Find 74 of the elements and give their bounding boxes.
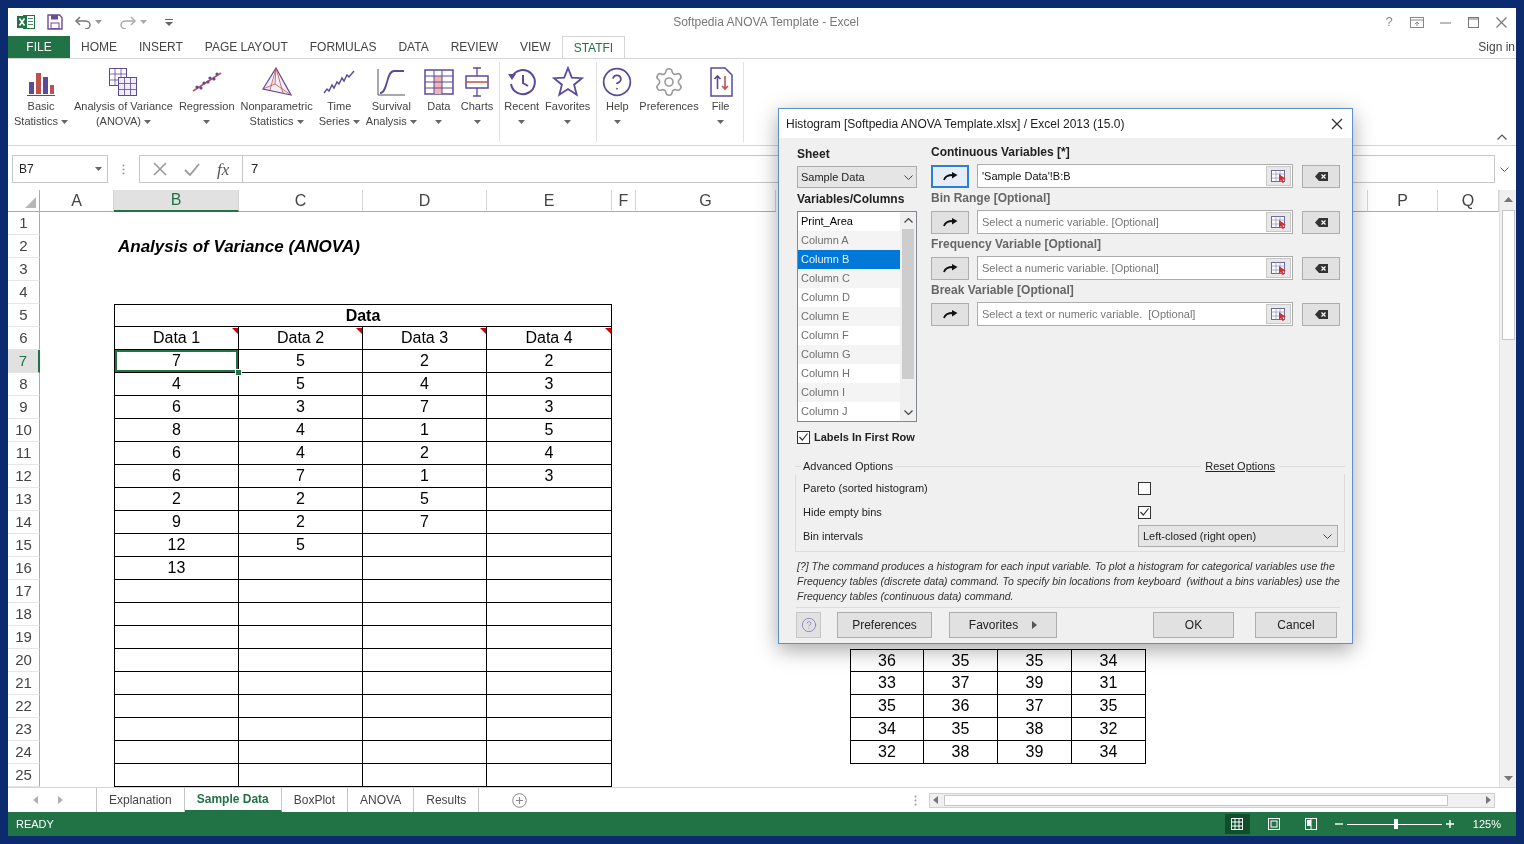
table-cell: 34 [1072, 649, 1146, 672]
table-cell: 4 [487, 442, 612, 465]
window-title: Softpedia ANOVA Template - Excel [673, 14, 859, 31]
table-cell: 4 [239, 419, 363, 442]
table-cell: 2 [114, 488, 239, 511]
option-label: Bin intervals [803, 528, 864, 544]
table-cell: 6 [114, 465, 239, 488]
status-text: READY [16, 816, 54, 832]
table-cell: 32 [1072, 718, 1146, 741]
table-cell: 39 [998, 672, 1072, 695]
table-cell: 5 [487, 419, 612, 442]
table-cell: 32 [850, 741, 924, 764]
table-cell: 35 [924, 649, 998, 672]
table-cell: 7 [114, 350, 239, 373]
table-cell: 7 [363, 511, 487, 534]
table-cell: 3 [487, 396, 612, 419]
table-cell: 1 [363, 465, 487, 488]
table-header: Data 4 [487, 327, 612, 350]
field-label: Continuous Variables [*] [931, 146, 1071, 158]
option-label: Pareto (sorted histogram) [803, 480, 929, 496]
table-title: Data [114, 304, 612, 327]
field-label: Frequency Variable [Optional] [931, 238, 1103, 250]
table-cell: 7 [363, 396, 487, 419]
sheet-title: Analysis of Variance (ANOVA) [118, 235, 360, 258]
table-cell: 5 [239, 534, 363, 557]
table-cell: 8 [114, 419, 239, 442]
table-cell: 2 [363, 442, 487, 465]
table-cell: 35 [924, 718, 998, 741]
table-cell: 4 [363, 373, 487, 396]
field-label: Break Variable [Optional] [931, 284, 1075, 296]
table-cell: 5 [239, 373, 363, 396]
table-cell: 37 [924, 672, 998, 695]
table-header: Data 1 [114, 327, 239, 350]
option-label: Hide empty bins [803, 504, 883, 520]
table-cell: 34 [850, 718, 924, 741]
table-cell: 36 [924, 695, 998, 718]
group-label: Advanced Options [802, 458, 894, 474]
table-cell: 2 [487, 350, 612, 373]
table-cell: 2 [239, 488, 363, 511]
table-cell: 5 [363, 488, 487, 511]
table-cell: 36 [850, 649, 924, 672]
table-cell: 3 [239, 396, 363, 419]
table-cell: 2 [239, 511, 363, 534]
table-cell: 3 [487, 373, 612, 396]
table-cell: 2 [363, 350, 487, 373]
zoom-level: 125% [1472, 816, 1501, 832]
table-cell: 35 [1072, 695, 1146, 718]
field-label: Bin Range [Optional] [931, 192, 1052, 204]
table-header: Data 2 [239, 327, 363, 350]
table-cell: 6 [114, 396, 239, 419]
table-cell: 33 [850, 672, 924, 695]
table-cell: 9 [114, 511, 239, 534]
table-cell: 7 [239, 465, 363, 488]
table-cell: 39 [998, 741, 1072, 764]
table-cell: 37 [998, 695, 1072, 718]
help-text: [?] The command produces a histogram for each input variable. To plot a histogram for categorical variables use the Frequency tables (discrete data) command. To specify bin locations from keyboard (without a bins variables) use the Frequency tables (continuous data) command. [797, 559, 1340, 604]
table-cell: 4 [239, 442, 363, 465]
field-label: Variables/Columns [797, 191, 906, 208]
field-label: Sheet [797, 146, 831, 163]
table-cell: 35 [998, 649, 1072, 672]
table-cell: 12 [114, 534, 239, 557]
table-cell: 35 [850, 695, 924, 718]
table-cell: 6 [114, 442, 239, 465]
table-cell: 34 [1072, 741, 1146, 764]
checkbox-label: Labels In First Row [814, 429, 915, 445]
table-cell: 13 [114, 557, 239, 580]
table-cell: 31 [1072, 672, 1146, 695]
dialog-title: Histogram [Softpedia ANOVA Template.xlsx] / Excel 2013 (15.0) [786, 115, 1125, 133]
table-cell: 1 [363, 419, 487, 442]
table-cell: 38 [924, 741, 998, 764]
table-header: Data 3 [363, 327, 487, 350]
table-cell: 3 [487, 465, 612, 488]
table-cell: 4 [114, 373, 239, 396]
table-cell: 38 [998, 718, 1072, 741]
